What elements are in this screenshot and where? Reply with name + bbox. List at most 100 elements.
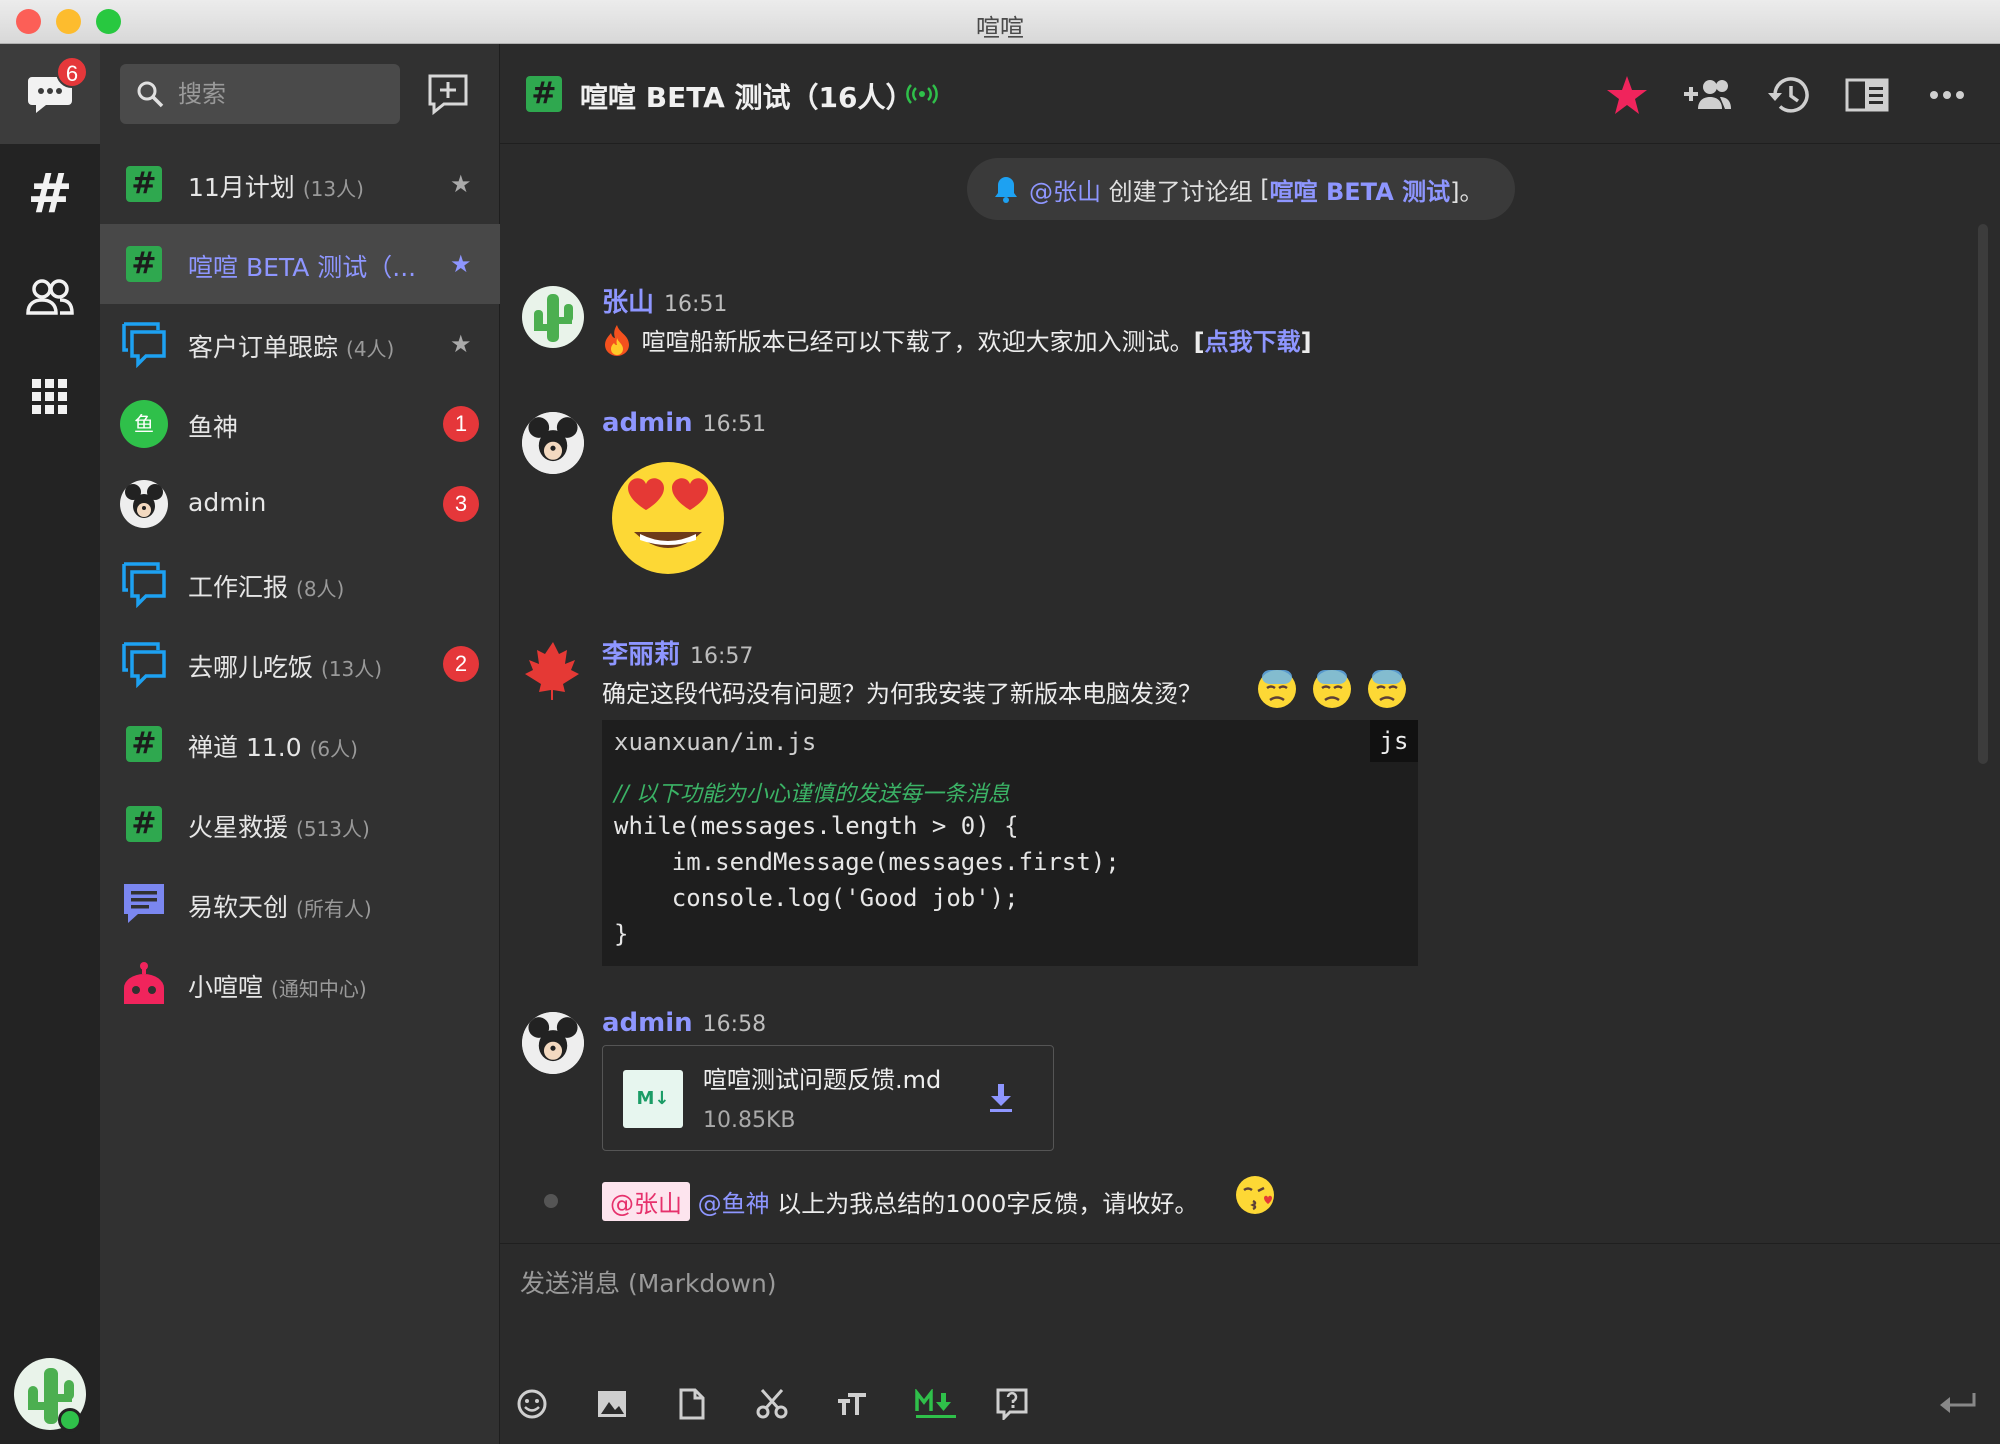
sidebar-item-label: 禅道 11.0	[188, 733, 302, 762]
sender-name[interactable]: 李丽莉	[602, 640, 680, 670]
code-line: }	[614, 920, 629, 948]
more-icon	[1930, 91, 1964, 99]
file-button[interactable]	[670, 1382, 714, 1426]
emoji-button[interactable]	[510, 1382, 554, 1426]
star-icon[interactable]: ★	[450, 170, 472, 198]
member-count: (4人)	[346, 337, 395, 361]
message-time: 16:57	[690, 644, 754, 669]
chats-tab[interactable]: 6	[0, 44, 100, 144]
file-attachment[interactable]: M↓ 喧喧测试问题反馈.md 10.85KB	[602, 1045, 1054, 1151]
group-link[interactable]: 喧喧 BETA 测试	[1270, 172, 1450, 207]
code-filename: xuanxuan/im.js	[614, 728, 817, 756]
kiss-emoji-icon	[1234, 1174, 1276, 1216]
new-chat-button[interactable]	[426, 72, 470, 116]
sidebar-item-label: 去哪儿吃饭	[188, 653, 314, 682]
chat-title: 喧喧 BETA 测试（16人）	[580, 81, 914, 114]
search-box[interactable]	[120, 64, 400, 124]
enter-icon	[1940, 1393, 1976, 1413]
link-bracket-close: ]	[1300, 328, 1312, 356]
message-input[interactable]	[520, 1264, 1960, 1344]
hash-icon: #	[27, 162, 73, 225]
avatar[interactable]	[522, 412, 584, 474]
channel-hash-icon: #	[526, 76, 562, 112]
sad-sweat-emoji-icon	[1256, 666, 1412, 712]
file-name: 喧喧测试问题反馈.md	[703, 1066, 942, 1094]
unread-badge: 3	[443, 486, 479, 522]
message-status-dot	[544, 1194, 558, 1208]
contacts-tab[interactable]	[25, 272, 75, 322]
sidebar-item-label: admin	[188, 488, 267, 517]
message-time: 16:58	[702, 1012, 767, 1037]
sidebar-item-label: 工作汇报	[188, 573, 289, 602]
code-block[interactable]: xuanxuan/im.js js // 以下功能为小心谨慎的发送每一条消息 w…	[602, 720, 1418, 966]
channel-hash-icon: #	[120, 240, 168, 288]
star-icon[interactable]: ★	[450, 330, 472, 358]
font-size-button[interactable]	[830, 1382, 874, 1426]
cactus-icon	[534, 294, 573, 342]
star-icon[interactable]: ★	[450, 250, 472, 278]
sidebar-item-鱼神[interactable]: 鱼 鱼神 1	[100, 384, 500, 464]
mention-link[interactable]: @鱼神	[698, 1190, 770, 1218]
sender-name[interactable]: 张山	[602, 288, 654, 318]
download-link[interactable]: 点我下载	[1205, 328, 1301, 356]
channels-tab[interactable]: #	[25, 162, 75, 225]
system-notice: @张山 创建了讨论组 [ 喧喧 BETA 测试 ]。	[967, 158, 1515, 220]
sidebar-item-beta-test[interactable]: # 喧喧 BETA 测试（... ★	[100, 224, 500, 304]
help-button[interactable]	[990, 1382, 1034, 1426]
sender-name[interactable]: admin	[602, 408, 693, 438]
sidebar-item-admin[interactable]: admin 3	[100, 464, 500, 544]
send-button[interactable]	[1936, 1382, 1980, 1426]
markdown-file-icon: M↓	[623, 1070, 683, 1128]
group-chat-icon	[120, 320, 168, 368]
nav-rail: 6 #	[0, 44, 100, 1444]
avatar[interactable]	[522, 638, 584, 700]
add-member-icon	[1684, 80, 1731, 109]
sidebar-item-11月计划[interactable]: # 11月计划 (13人) ★	[100, 144, 500, 224]
search-icon	[137, 81, 164, 108]
member-count: (所有人)	[296, 897, 372, 921]
sidebar-item-工作汇报[interactable]: 工作汇报 (8人)	[100, 544, 500, 624]
contacts-icon	[26, 279, 74, 315]
more-options-button[interactable]	[1922, 70, 1972, 120]
apps-tab[interactable]	[25, 372, 75, 422]
sender-name[interactable]: admin	[602, 1008, 693, 1038]
star-button[interactable]	[1602, 70, 1652, 120]
sidebar-item-禅道[interactable]: # 禅道 11.0 (6人)	[100, 704, 500, 784]
mention-tag[interactable]: @张山	[602, 1182, 690, 1221]
member-count: (6人)	[309, 737, 358, 761]
unread-badge: 6	[56, 56, 88, 88]
fire-emoji-icon	[602, 324, 634, 356]
sidebar-item-客户订单跟踪[interactable]: 客户订单跟踪 (4人) ★	[100, 304, 500, 384]
grid-icon	[32, 379, 67, 414]
sidebar-item-火星救援[interactable]: # 火星救援 (513人)	[100, 784, 500, 864]
search-input[interactable]	[178, 80, 378, 108]
markdown-toggle-button[interactable]	[910, 1382, 962, 1426]
sidebar-item-label: 易软天创	[188, 893, 289, 922]
download-button[interactable]	[983, 1080, 1019, 1116]
sidebar-toggle-button[interactable]	[1842, 70, 1892, 120]
star-struck-emoji-icon	[606, 452, 730, 576]
screenshot-button[interactable]	[750, 1382, 794, 1426]
member-count: (通知中心)	[271, 977, 367, 1001]
sidebar-item-易软天创[interactable]: 易软天创 (所有人)	[100, 864, 500, 944]
sidebar-item-label: 喧喧 BETA 测试（...	[188, 253, 417, 282]
channel-hash-icon: #	[120, 160, 168, 208]
scrollbar[interactable]	[1978, 224, 1988, 764]
mouse-avatar-icon	[522, 412, 584, 474]
member-count: (13人)	[302, 177, 364, 201]
sidebar-toggle-icon	[1845, 78, 1889, 112]
star-icon	[1607, 76, 1647, 114]
mention-link[interactable]: @张山	[1029, 172, 1101, 207]
emoji-icon	[517, 1389, 547, 1419]
avatar[interactable]	[522, 286, 584, 348]
message-text: @张山 @鱼神 以上为我总结的1000字反馈，请收好。	[602, 1182, 1198, 1221]
image-button[interactable]	[590, 1382, 634, 1426]
sidebar-item-小喧喧[interactable]: 小喧喧 (通知中心)	[100, 944, 500, 1024]
avatar[interactable]	[522, 1012, 584, 1074]
message-time: 16:51	[702, 412, 767, 437]
add-member-button[interactable]	[1682, 70, 1732, 120]
bell-icon	[995, 177, 1017, 203]
history-button[interactable]	[1762, 70, 1812, 120]
sidebar-item-去哪儿吃饭[interactable]: 去哪儿吃饭 (13人) 2	[100, 624, 500, 704]
code-line: console.log('Good job');	[614, 884, 1019, 912]
